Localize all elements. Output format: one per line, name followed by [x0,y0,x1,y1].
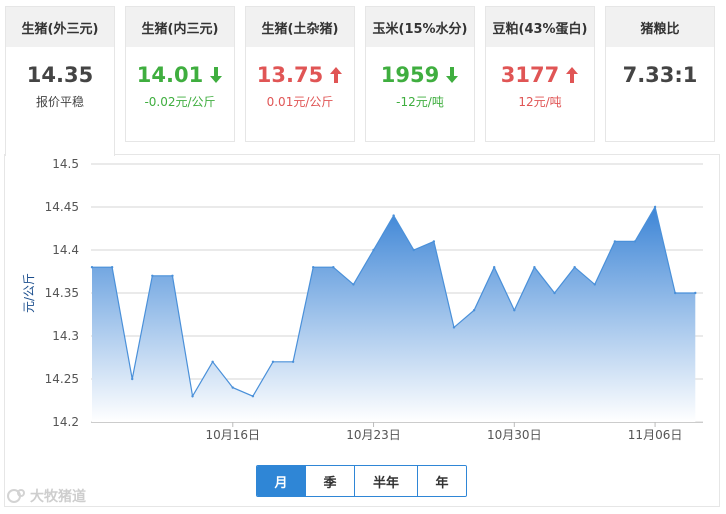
card-price-row: 14.01 [126,63,234,87]
price-card-2[interactable]: 生猪(内三元) 14.01 -0.02元/公斤 [125,6,235,142]
price-card-6[interactable]: 猪粮比 7.33:1 [605,6,715,142]
data-point [90,266,94,269]
data-point [352,283,355,286]
data-point [392,214,395,217]
data-point [332,266,335,269]
data-point [493,266,496,269]
price-card-4[interactable]: 玉米(15%水分) 1959 -12元/吨 [365,6,475,142]
x-tick-label: 10月16日 [205,428,260,442]
y-axis-label: 元/公斤 [22,273,36,313]
card-change: -12元/吨 [396,95,444,109]
data-point [432,240,436,243]
data-point [633,240,637,243]
series-area [92,207,696,422]
data-point [110,266,114,269]
data-point [452,326,456,329]
watermark: 大牧猪道 [6,486,86,506]
data-point [472,309,476,312]
x-tick-label: 11月06日 [628,428,683,442]
card-change: 0.01元/公斤 [266,95,334,109]
period-button-1[interactable]: 月 [257,466,306,496]
card-title: 豆粕(43%蛋白) [486,7,594,47]
card-price: 1959 [380,63,440,87]
data-point [593,283,596,286]
card-title: 生猪(外三元) [6,7,114,47]
data-point [673,291,677,295]
period-selector: 月季半年年 [256,465,467,497]
data-point [372,248,375,252]
y-tick-label: 14.45 [45,200,79,214]
data-point [573,266,576,269]
card-change: 12元/吨 [518,95,562,109]
card-price: 14.35 [26,63,94,87]
x-tick-label: 10月23日 [346,428,401,442]
arrow-down-icon [210,67,223,83]
period-button-3[interactable]: 半年 [355,466,418,496]
watermark-text: 大牧猪道 [30,489,86,505]
data-point [312,266,315,269]
data-point [553,291,556,295]
card-price-row: 7.33:1 [606,63,714,87]
data-point [613,240,617,243]
arrow-down-icon [446,67,459,83]
card-price-row: 14.35 [6,63,114,87]
y-tick-label: 14.35 [45,286,79,300]
period-button-4[interactable]: 年 [418,466,466,496]
data-point [694,291,697,295]
period-button-2[interactable]: 季 [306,466,355,496]
data-point [231,386,234,389]
y-tick-label: 14.25 [45,372,79,386]
data-point [533,266,536,269]
card-change: 报价平稳 [35,95,84,109]
x-tick-label: 10月30日 [487,428,542,442]
card-price: 14.01 [136,63,204,87]
y-tick-label: 14.5 [52,157,79,171]
y-tick-label: 14.2 [52,415,79,429]
card-price: 3177 [500,63,560,87]
card-title: 猪粮比 [606,7,714,47]
card-title: 生猪(土杂猪) [246,7,354,47]
price-chart: 14.2 14.25 14.3 14.35 14.4 14.45 14.5 元/公斤 10月16… [22,157,703,442]
data-point [251,395,255,398]
data-point [171,274,174,277]
arrow-up-icon [566,67,579,83]
arrow-up-icon [330,67,343,83]
data-point [151,274,154,277]
card-price-row: 3177 [486,63,594,87]
y-tick-label: 14.3 [52,329,79,343]
card-title: 玉米(15%水分) [366,7,474,47]
price-card-3[interactable]: 生猪(土杂猪) 13.75 0.01元/公斤 [245,6,355,142]
data-point [291,360,295,363]
card-price: 13.75 [256,63,324,87]
data-point [513,309,516,312]
data-point [191,395,194,398]
card-price-row: 1959 [366,63,474,87]
data-point [131,377,134,381]
price-card-5[interactable]: 豆粕(43%蛋白) 3177 12元/吨 [485,6,595,142]
data-point [653,205,657,209]
data-point [211,360,214,363]
card-price-row: 13.75 [246,63,354,87]
chart-panel: 14.2 14.25 14.3 14.35 14.4 14.45 14.5 元/公斤 10月16… [4,154,720,507]
card-change: -0.02元/公斤 [144,95,216,109]
price-card-1[interactable]: 生猪(外三元) 14.35 报价平稳 [5,6,115,156]
watermark-logo-icon [7,489,25,503]
y-tick-label: 14.4 [52,243,79,257]
card-price: 7.33:1 [622,63,698,87]
data-point [271,360,275,363]
data-point [412,248,415,252]
card-title: 生猪(内三元) [126,7,234,47]
